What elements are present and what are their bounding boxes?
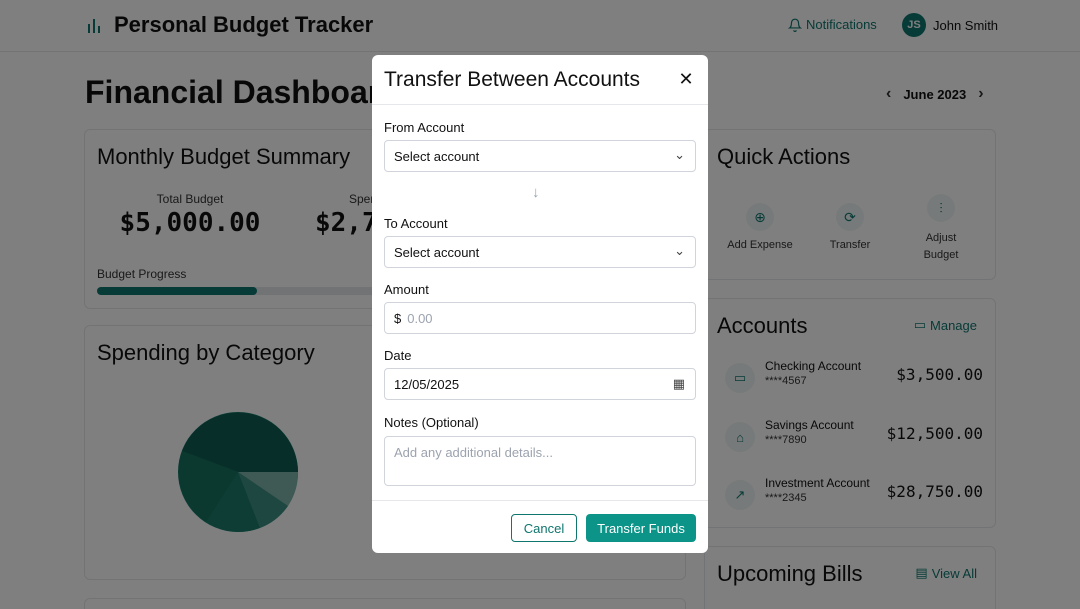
notes-label: Notes (Optional) [384,415,479,430]
transfer-modal: Transfer Between Accounts ✕ From Account… [372,55,708,553]
modal-title: Transfer Between Accounts [384,68,641,91]
chevron-down-icon: ⌄ [674,147,685,162]
close-icon[interactable]: ✕ [676,69,696,90]
from-account-value: Select account [394,148,480,164]
notes-textarea[interactable]: Add any additional details... [384,436,696,486]
chevron-down-icon: ⌄ [674,243,685,258]
to-account-label: To Account [384,216,448,231]
modal-header: Transfer Between Accounts ✕ [372,55,708,105]
modal-footer: Cancel Transfer Funds [372,500,708,553]
from-account-select[interactable]: Select account ⌄ [384,140,696,172]
arrow-down-icon: ↓ [532,184,540,201]
currency-prefix: $ [394,310,402,326]
amount-label: Amount [384,282,429,297]
date-value: 12/05/2025 [394,376,460,392]
cancel-button[interactable]: Cancel [511,514,577,542]
calendar-icon[interactable]: ▦ [673,376,685,392]
date-input[interactable]: 12/05/2025 ▦ [384,368,696,400]
to-account-value: Select account [394,244,480,260]
notes-placeholder: Add any additional details... [394,445,553,460]
from-account-label: From Account [384,120,465,135]
date-label: Date [384,348,412,363]
amount-input[interactable]: $ 0.00 [384,302,696,334]
transfer-funds-button[interactable]: Transfer Funds [586,514,696,542]
amount-placeholder: 0.00 [407,310,433,326]
to-account-select[interactable]: Select account ⌄ [384,236,696,268]
